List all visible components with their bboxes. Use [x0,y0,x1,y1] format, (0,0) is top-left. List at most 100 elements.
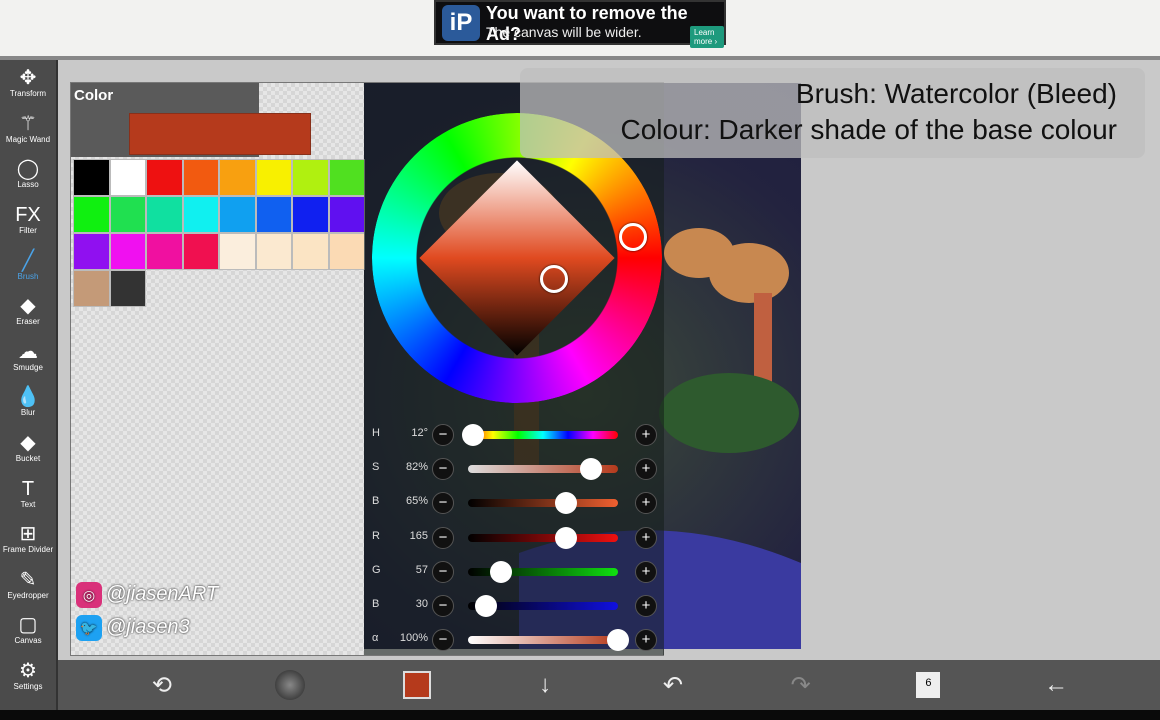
hue-handle[interactable] [619,223,647,251]
decrement-button[interactable]: − [432,595,454,617]
color-swatch[interactable] [292,159,329,196]
tool-label: Magic Wand [5,134,51,144]
slider-value: 65% [405,495,428,508]
decrement-button[interactable]: − [432,424,454,446]
color-swatch[interactable] [219,196,256,233]
slider-value: 165 [409,529,428,542]
slider-knob[interactable] [461,424,484,446]
slider-knob[interactable] [554,492,577,515]
tool-smudge[interactable]: ☁ Smudge [0,334,56,380]
slider-value: 12° [411,427,428,439]
color-palette-panel: Color [71,83,365,655]
color-swatch[interactable] [109,270,146,307]
color-swatch[interactable] [328,159,365,196]
learn-more-button[interactable]: Learn more › [690,26,724,48]
color-swatch[interactable] [109,196,146,233]
decrement-button[interactable]: − [432,560,454,583]
slider-knob[interactable] [490,560,512,583]
slider-value: 100% [399,632,428,645]
redo-icon[interactable]: ↷ [785,669,817,701]
slider-track[interactable] [468,636,618,645]
tool-settings[interactable]: ⚙ Settings [0,653,56,699]
tool-label: Transform [9,89,47,99]
color-swatch[interactable] [182,196,219,233]
color-swatch[interactable] [219,159,256,196]
tool-blur[interactable]: 💧 Blur [0,379,56,425]
layers-button[interactable]: 6 [912,669,944,701]
color-button[interactable] [401,669,433,701]
tool-text[interactable]: T Text [0,470,56,516]
color-swatch[interactable] [146,159,183,196]
tool-label: Blur [20,408,36,418]
color-swatch[interactable] [292,233,329,270]
tool-brush[interactable]: ╱ Brush [0,242,56,288]
slider-knob[interactable] [607,629,629,652]
slider-track[interactable] [468,431,618,439]
sb-handle[interactable] [540,265,568,293]
slider-knob[interactable] [475,595,497,617]
slider-label: α [372,632,379,645]
increment-button[interactable]: + [635,458,657,481]
tool-canvas[interactable]: ▢ Canvas [0,607,56,653]
tool-label: Frame Divider [2,545,54,555]
ad-box[interactable]: iP You want to remove the Ad? The canvas… [434,0,726,48]
twitter-icon: 🐦 [76,614,102,641]
text-icon: T [21,477,35,500]
ad-banner[interactable]: iP You want to remove the Ad? The canvas… [0,0,1160,56]
decrement-button[interactable]: − [432,526,454,549]
slider-knob[interactable] [580,458,602,481]
transform-tool-button[interactable]: ⟲ [146,669,178,701]
color-swatch[interactable] [255,233,292,270]
twitter-handle: @jiasen3 [106,616,190,638]
layer-count: 6 [916,672,941,698]
download-arrow-icon[interactable]: ↓ [529,669,561,701]
increment-button[interactable]: + [635,492,657,515]
brush-preview-button[interactable] [274,669,306,701]
color-swatch[interactable] [109,159,146,196]
color-swatch[interactable] [255,196,292,233]
current-color-swatch[interactable] [129,113,311,155]
increment-button[interactable]: + [635,526,657,549]
tool-sidebar: ✥ Transform ⚚ Magic Wand ◯ Lasso FX Filter ╱ Brus… [0,60,58,710]
decrement-button[interactable]: − [432,629,454,652]
increment-button[interactable]: + [635,595,657,617]
color-swatch[interactable] [182,159,219,196]
color-swatch[interactable] [73,159,110,196]
color-swatch[interactable] [328,233,365,270]
top-divider [0,56,1160,60]
color-swatch[interactable] [182,233,219,270]
color-swatch[interactable] [255,159,292,196]
slider-knob[interactable] [554,526,577,549]
tool-lasso[interactable]: ◯ Lasso [0,151,56,197]
slider-row: α 100% − + [364,623,664,657]
tool-transform[interactable]: ✥ Transform [0,60,56,106]
color-swatch[interactable] [73,233,110,270]
increment-button[interactable]: + [635,424,657,446]
tool-frame-divider[interactable]: ⊞ Frame Divider [0,516,56,562]
increment-button[interactable]: + [635,560,657,583]
slider-track[interactable] [468,499,618,508]
tool-bucket[interactable]: ◆ Bucket [0,425,56,471]
color-swatch[interactable] [219,233,256,270]
decrement-button[interactable]: − [432,492,454,515]
color-swatch[interactable] [73,196,110,233]
tool-filter[interactable]: FX Filter [0,197,56,243]
tool-label: Lasso [17,180,39,190]
color-swatch[interactable] [73,270,110,307]
color-swatch[interactable] [328,196,365,233]
tool-magic-wand[interactable]: ⚚ Magic Wand [0,106,56,152]
decrement-button[interactable]: − [432,458,454,481]
slider-label: G [372,563,381,576]
slider-track[interactable] [468,533,618,542]
color-swatch[interactable] [146,233,183,270]
caption-brush: Brush: Watercolor (Bleed) [795,78,1117,109]
tool-eraser[interactable]: ◆ Eraser [0,288,56,334]
tool-eyedropper[interactable]: ✎ Eyedropper [0,562,56,608]
back-arrow-icon[interactable]: ← [1040,669,1072,701]
tool-label: Filter [19,226,37,236]
color-swatch[interactable] [292,196,329,233]
increment-button[interactable]: + [635,629,657,652]
color-swatch[interactable] [146,196,183,233]
undo-icon[interactable]: ↶ [657,669,689,701]
color-swatch[interactable] [109,233,146,270]
